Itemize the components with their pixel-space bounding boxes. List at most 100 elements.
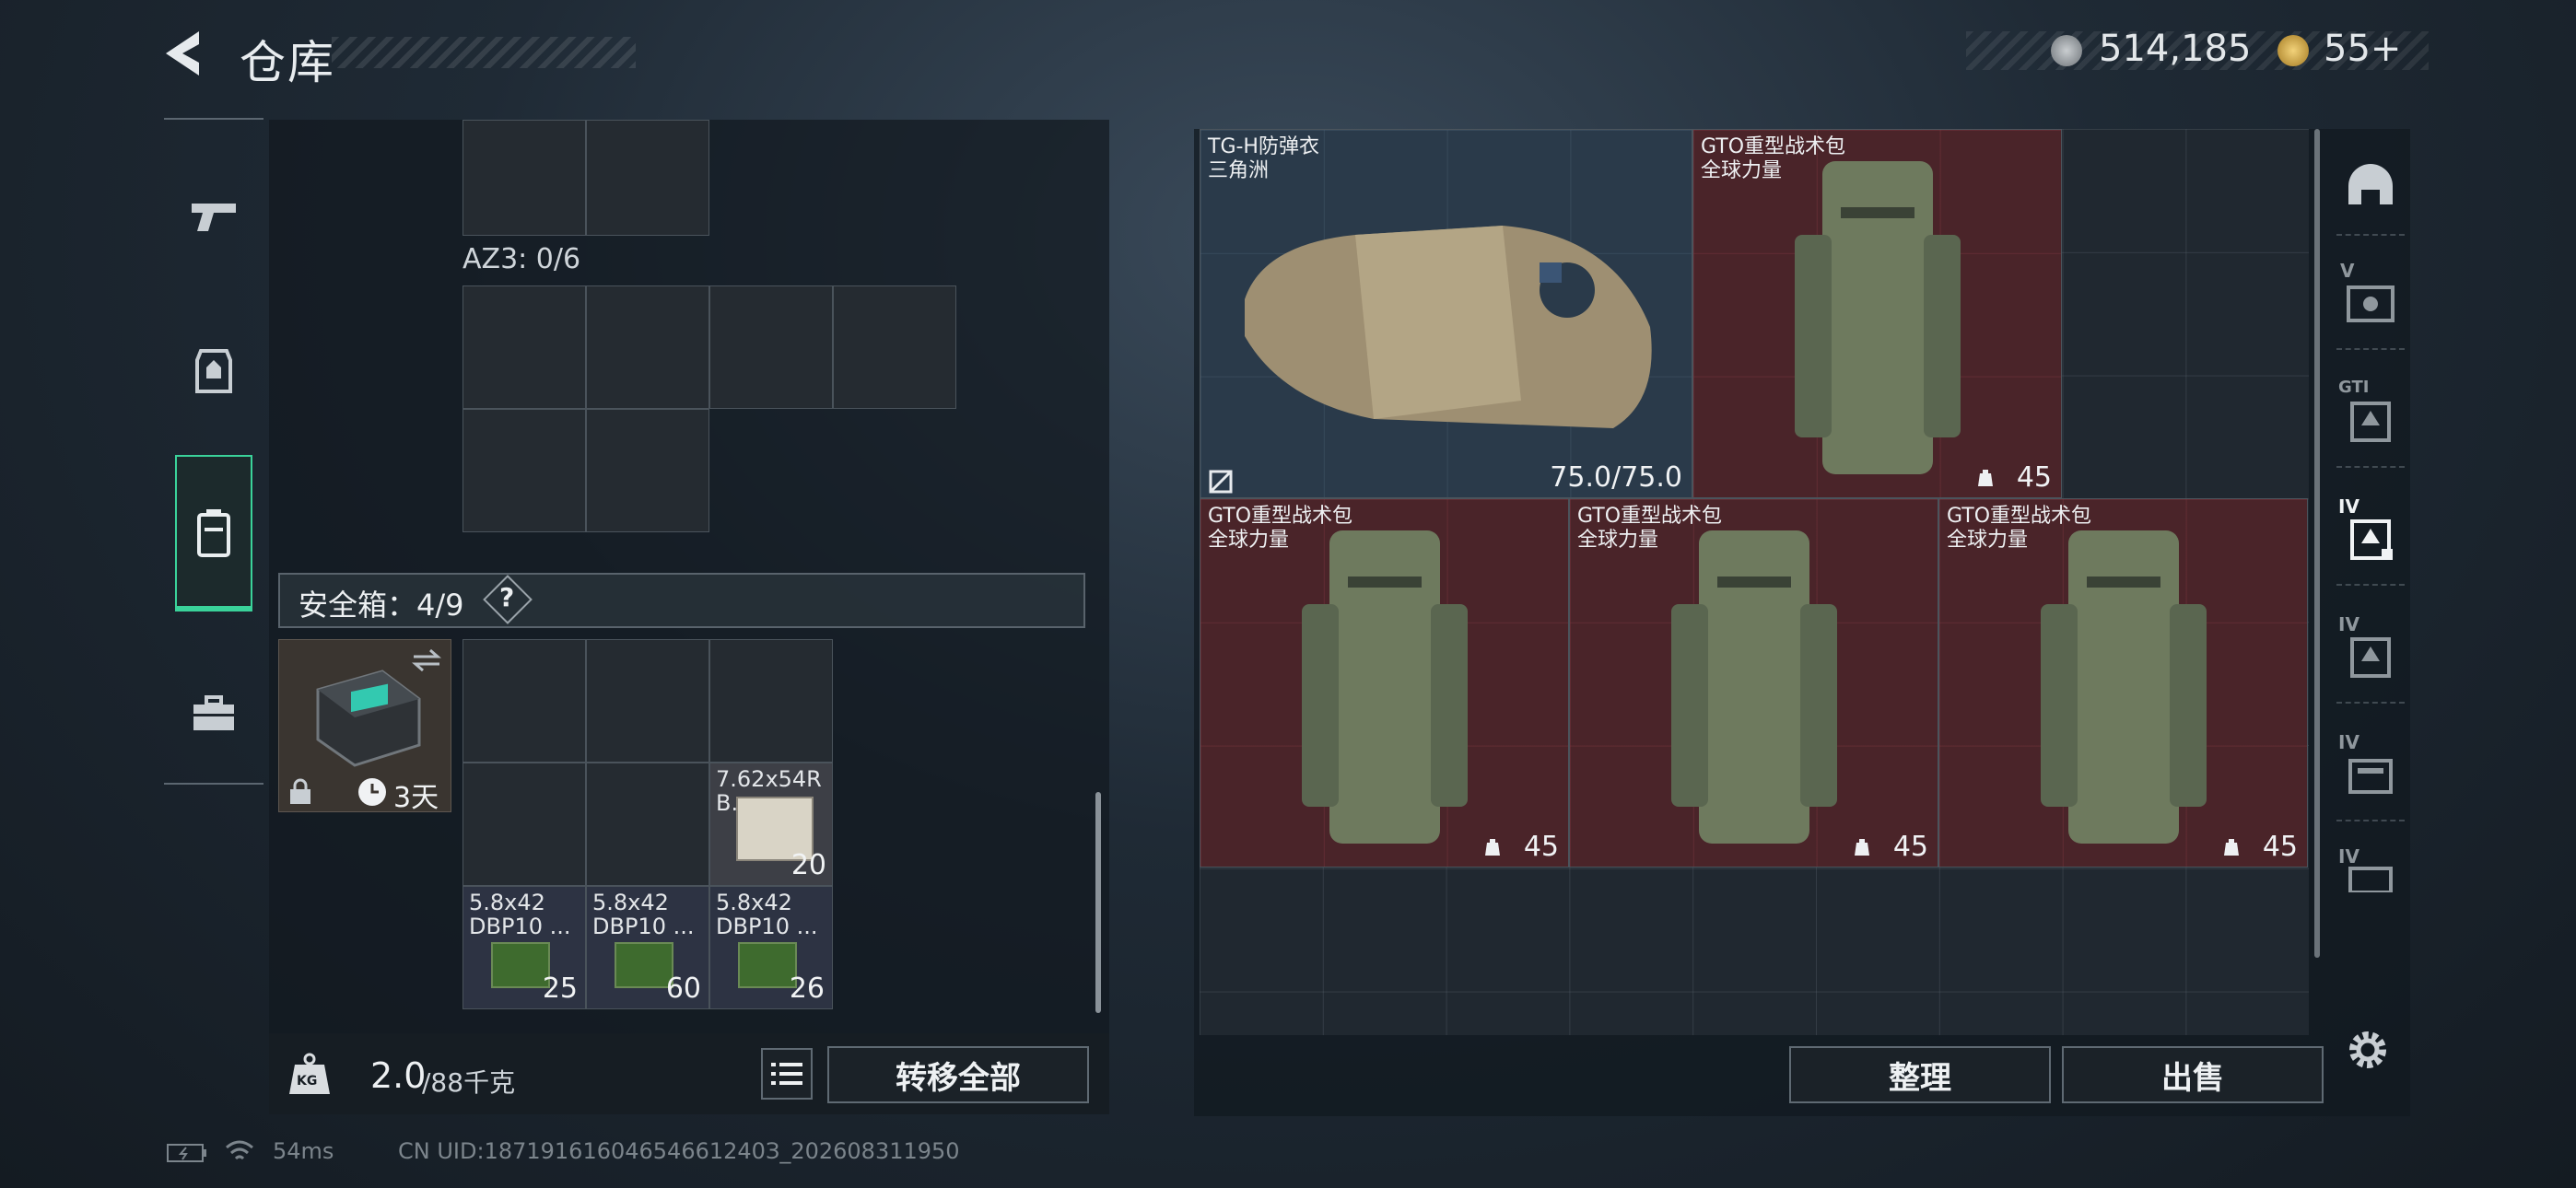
battery-icon — [167, 1144, 206, 1162]
ammo-subname: DBP10 ... — [592, 914, 695, 938]
backpack-image — [2041, 530, 2207, 844]
uid-text: CN UID:18719161604654661240З_20260831195… — [398, 1138, 960, 1164]
safe-box-image — [316, 670, 421, 767]
filter-label: V — [2340, 260, 2355, 282]
filter-case[interactable]: IV — [2336, 842, 2405, 906]
ammo-count: 25 — [542, 973, 578, 1005]
backpack-count: 45 — [2016, 461, 2052, 494]
nav-pistol[interactable] — [175, 166, 252, 267]
weight-bar: KG 2.0 /88千克 转移全部 — [269, 1033, 1109, 1114]
grid-cell[interactable] — [586, 120, 709, 236]
weight-current: 2.0 — [370, 1055, 427, 1096]
capacity-icon — [1485, 839, 1500, 856]
grid-cell[interactable] — [463, 409, 586, 532]
backpack-icon — [197, 509, 230, 557]
armor-tier-icon — [2350, 402, 2391, 442]
safe-box-header: 安全箱：4/9 ? — [278, 573, 1085, 628]
clock-icon — [358, 778, 386, 806]
armor-item[interactable]: TG-H防弹衣 三角洲 75.0/75.0 — [1200, 129, 1692, 498]
backpack-count: 45 — [1892, 831, 1928, 863]
backpack-item-3[interactable]: GTO重型战术包 全球力量 45 — [1569, 498, 1938, 868]
gold-coin-icon — [2277, 35, 2309, 66]
ammo-count: 26 — [789, 973, 825, 1005]
filter-vest-tier[interactable]: IV — [2336, 606, 2405, 704]
pistol-icon — [192, 204, 236, 231]
filter-armor-tier[interactable]: GTI — [2336, 370, 2405, 468]
ammo-crate-image — [491, 942, 550, 988]
silver-coin-icon — [2051, 35, 2082, 66]
stash-scrollbar[interactable] — [2314, 129, 2320, 958]
capacity-icon — [2224, 839, 2239, 856]
no-repair-icon — [1209, 470, 1233, 494]
filter-backpack-tier[interactable]: IV — [2336, 488, 2405, 586]
backpack-item-2[interactable]: GTO重型战术包 全球力量 45 — [1200, 498, 1569, 868]
ammo-count: 60 — [665, 973, 701, 1005]
filter-helmet[interactable] — [2336, 138, 2405, 236]
grid-cell[interactable] — [586, 285, 709, 409]
ammo-762-item[interactable]: 7.62x54R B... 20 — [709, 763, 833, 886]
az3-label: AZ3: 0/6 — [463, 243, 581, 275]
nav-armor[interactable] — [175, 320, 252, 422]
capacity-icon — [1978, 470, 1993, 486]
safe-box-timer: 3天 — [393, 782, 439, 814]
grid-cell[interactable] — [709, 639, 833, 763]
settings-button[interactable] — [2342, 1024, 2394, 1076]
grid-cell[interactable] — [463, 639, 586, 763]
helmet-icon — [2348, 164, 2393, 204]
weight-icon-text: KG — [297, 1074, 318, 1089]
backpack-image — [1302, 530, 1468, 844]
armor-icon — [195, 349, 232, 393]
wifi-icon — [226, 1140, 253, 1160]
ammo-name: 5.8x42 — [592, 891, 669, 914]
inventory-scrollbar[interactable] — [1095, 792, 1101, 1013]
backpack-count: 45 — [1523, 831, 1559, 863]
page-title: 仓库 — [240, 36, 335, 89]
backpack-item-4[interactable]: GTO重型战术包 全球力量 45 — [1938, 498, 2308, 868]
left-category-nav — [164, 118, 263, 785]
ammo-name: 5.8x42 — [716, 891, 792, 914]
filter-weapon-case[interactable]: V — [2336, 252, 2405, 350]
back-button[interactable] — [158, 28, 214, 79]
ammo-58-item-1[interactable]: 5.8x42 DBP10 ... 25 — [463, 886, 586, 1009]
backpack-image — [1671, 530, 1837, 844]
ammo-crate-image — [615, 942, 673, 988]
title-decoration — [332, 37, 636, 68]
currency-secondary[interactable]: 55+ — [2324, 28, 2401, 70]
grid-cell[interactable] — [833, 285, 956, 409]
weight-max: /88千克 — [422, 1067, 516, 1098]
right-filter-nav: V GTI IV IV IV IV — [2331, 129, 2410, 995]
filter-label: IV — [2338, 495, 2359, 518]
grid-cell[interactable] — [586, 639, 709, 763]
grid-cell[interactable] — [463, 120, 586, 236]
nav-backpack[interactable] — [175, 455, 252, 611]
ammo-58-item-2[interactable]: 5.8x42 DBP10 ... 60 — [586, 886, 709, 1009]
sell-button[interactable]: 出售 — [2062, 1046, 2324, 1103]
grid-cell[interactable] — [586, 763, 709, 886]
ammo-762-count: 20 — [790, 849, 826, 881]
grid-cell[interactable] — [463, 285, 586, 409]
ammo-58-item-3[interactable]: 5.8x42 DBP10 ... 26 — [709, 886, 833, 1009]
grid-cell[interactable] — [463, 763, 586, 886]
filter-chest-rig[interactable]: IV — [2336, 724, 2405, 821]
help-icon[interactable]: ? — [499, 582, 514, 612]
backpack-image — [1795, 161, 1961, 474]
grid-cell[interactable] — [586, 409, 709, 532]
armor-durability: 75.0/75.0 — [1550, 461, 1682, 494]
nav-toolbox[interactable] — [175, 663, 252, 764]
transfer-all-button[interactable]: 转移全部 — [827, 1046, 1089, 1103]
backpack-item-1[interactable]: GTO重型战术包 全球力量 45 — [1692, 129, 2062, 498]
filter-label: IV — [2338, 613, 2359, 635]
organize-button[interactable]: 整理 — [1789, 1046, 2051, 1103]
ammo-crate-image — [738, 942, 797, 988]
ping-text: 54ms — [273, 1138, 334, 1164]
list-view-button[interactable] — [761, 1048, 813, 1100]
gear-icon — [2349, 1031, 2386, 1068]
armor-name: TG-H防弹衣 三角洲 — [1208, 135, 1319, 182]
ammo-subname: DBP10 ... — [716, 914, 818, 938]
ammo-762-name: 7.62x54R — [716, 767, 822, 791]
armor-image — [1245, 226, 1652, 428]
filter-label: IV — [2338, 845, 2359, 868]
grid-cell[interactable] — [709, 285, 833, 409]
weight-icon: KG — [287, 1052, 332, 1096]
safe-box-item[interactable]: 3天 — [278, 639, 451, 814]
